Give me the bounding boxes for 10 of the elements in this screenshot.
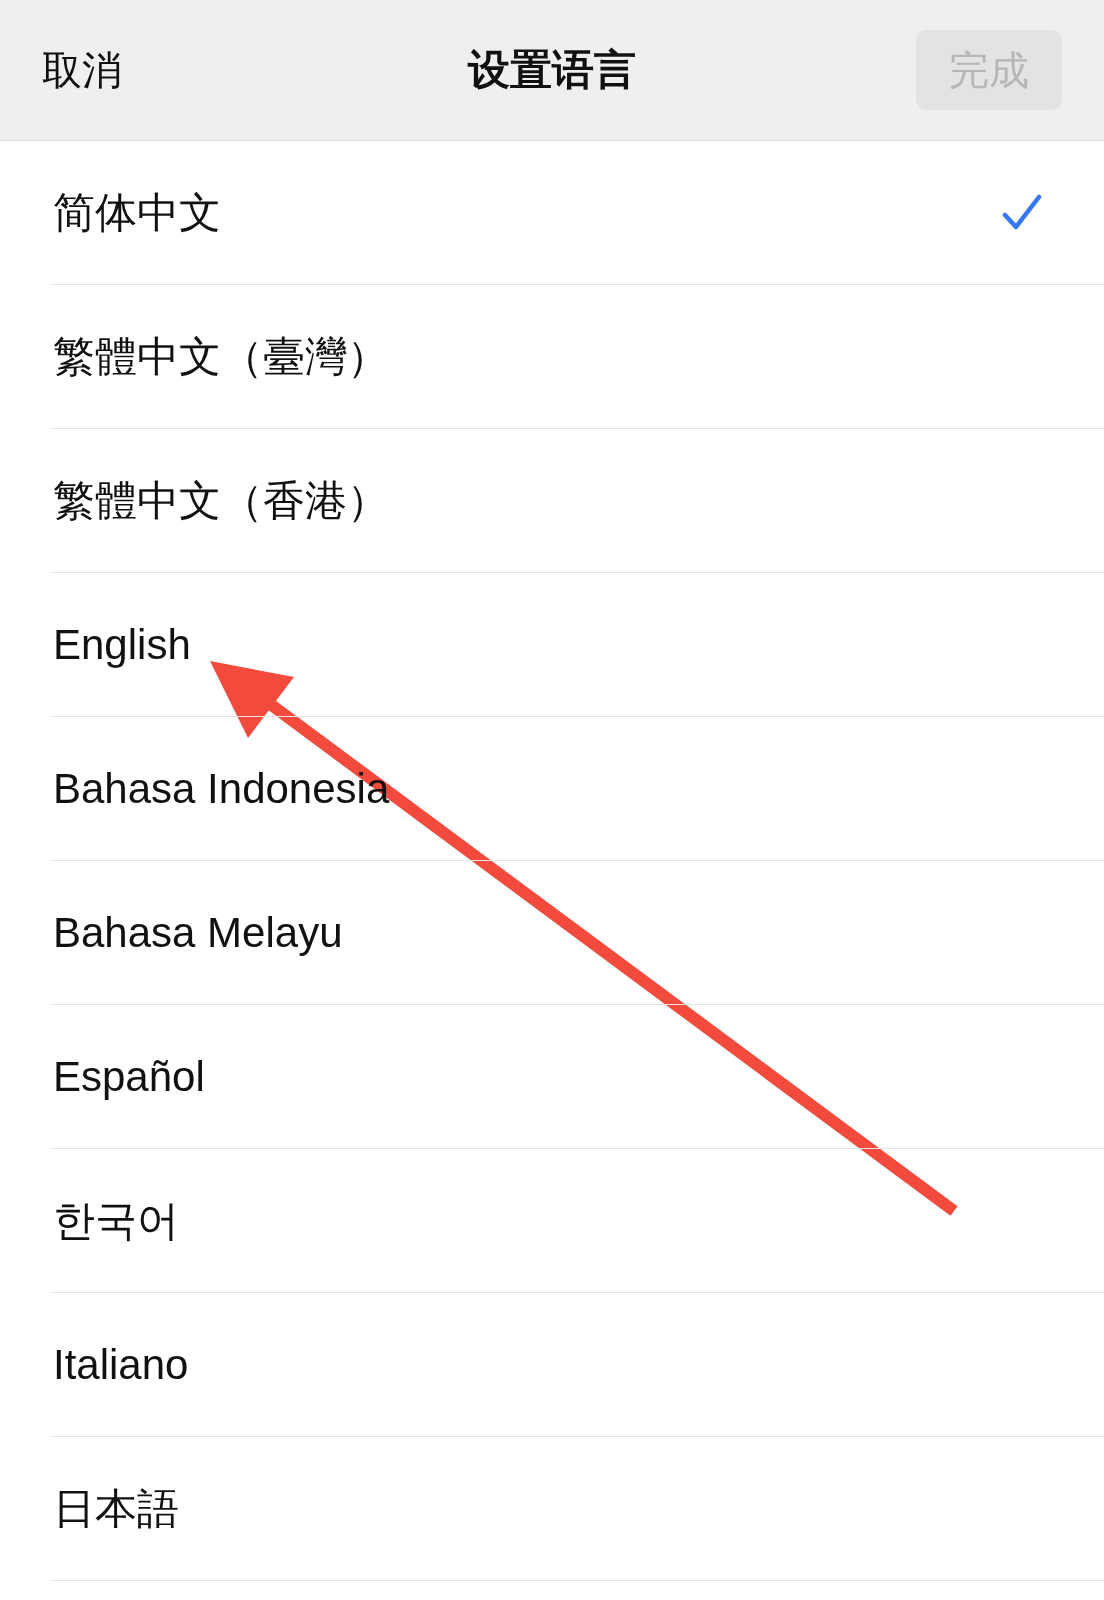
language-option[interactable]: 简体中文 <box>51 141 1104 285</box>
language-option[interactable]: 日本語 <box>51 1437 1104 1581</box>
page-title: 设置语言 <box>468 45 636 95</box>
language-option[interactable]: 繁體中文（香港） <box>51 429 1104 573</box>
language-option[interactable]: Bahasa Melayu <box>51 861 1104 1005</box>
language-option[interactable]: 한국어 <box>51 1149 1104 1293</box>
language-option[interactable]: Español <box>51 1005 1104 1149</box>
cancel-button[interactable]: 取消 <box>42 42 122 98</box>
language-option[interactable]: Italiano <box>51 1293 1104 1437</box>
language-option[interactable]: 繁體中文（臺灣） <box>51 285 1104 429</box>
